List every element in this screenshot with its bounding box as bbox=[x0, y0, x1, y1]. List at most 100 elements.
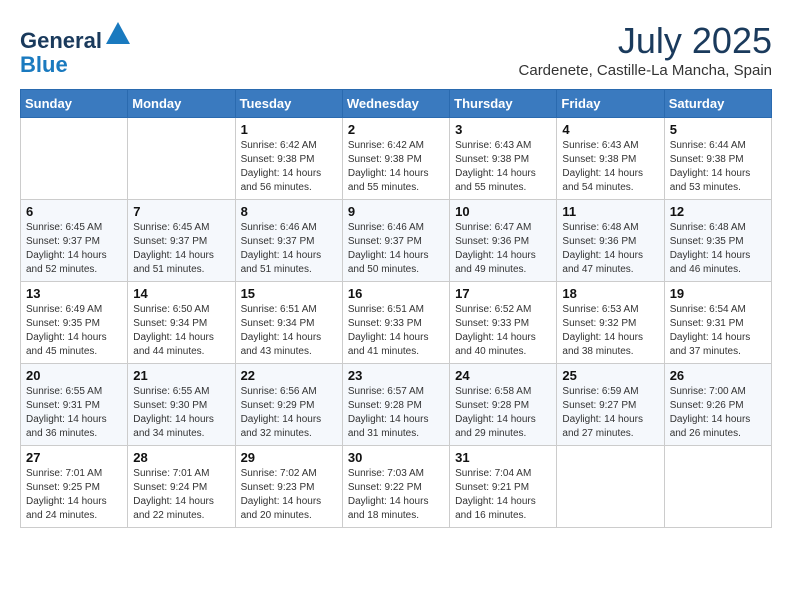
day-number: 24 bbox=[455, 368, 551, 383]
calendar-cell: 21 Sunrise: 6:55 AMSunset: 9:30 PMDayligh… bbox=[128, 364, 235, 446]
logo: General Blue bbox=[20, 20, 132, 77]
day-number: 27 bbox=[26, 450, 122, 465]
calendar-cell: 14 Sunrise: 6:50 AMSunset: 9:34 PMDayligh… bbox=[128, 282, 235, 364]
logo-blue-text: Blue bbox=[20, 52, 68, 77]
calendar-cell: 30 Sunrise: 7:03 AMSunset: 9:22 PMDayligh… bbox=[342, 446, 449, 528]
day-number: 11 bbox=[562, 204, 658, 219]
calendar-cell: 12 Sunrise: 6:48 AMSunset: 9:35 PMDayligh… bbox=[664, 200, 771, 282]
calendar-cell bbox=[21, 118, 128, 200]
day-number: 8 bbox=[241, 204, 337, 219]
calendar-cell bbox=[557, 446, 664, 528]
calendar-cell: 29 Sunrise: 7:02 AMSunset: 9:23 PMDayligh… bbox=[235, 446, 342, 528]
day-of-week-header: Friday bbox=[557, 90, 664, 118]
day-number: 21 bbox=[133, 368, 229, 383]
day-number: 3 bbox=[455, 122, 551, 137]
day-info: Sunrise: 7:01 AMSunset: 9:24 PMDaylight:… bbox=[133, 467, 229, 523]
day-info: Sunrise: 6:44 AMSunset: 9:38 PMDaylight:… bbox=[670, 139, 766, 195]
day-of-week-header: Wednesday bbox=[342, 90, 449, 118]
day-info: Sunrise: 6:59 AMSunset: 9:27 PMDaylight:… bbox=[562, 385, 658, 441]
day-number: 12 bbox=[670, 204, 766, 219]
day-info: Sunrise: 6:58 AMSunset: 9:28 PMDaylight:… bbox=[455, 385, 551, 441]
title-section: July 2025 Cardenete, Castille-La Mancha,… bbox=[519, 20, 772, 79]
day-number: 13 bbox=[26, 286, 122, 301]
day-info: Sunrise: 6:50 AMSunset: 9:34 PMDaylight:… bbox=[133, 303, 229, 359]
calendar-cell bbox=[128, 118, 235, 200]
day-number: 16 bbox=[348, 286, 444, 301]
day-number: 18 bbox=[562, 286, 658, 301]
location-subtitle: Cardenete, Castille-La Mancha, Spain bbox=[519, 62, 772, 79]
day-info: Sunrise: 7:02 AMSunset: 9:23 PMDaylight:… bbox=[241, 467, 337, 523]
calendar-cell: 22Sunrise: 6:56 AMSunset: 9:29 PMDayligh… bbox=[235, 364, 342, 446]
day-number: 20 bbox=[26, 368, 122, 383]
calendar-cell: 31Sunrise: 7:04 AMSunset: 9:21 PMDayligh… bbox=[450, 446, 557, 528]
calendar-week-row: 13 Sunrise: 6:49 AMSunset: 9:35 PMDayligh… bbox=[21, 282, 772, 364]
day-number: 25 bbox=[562, 368, 658, 383]
logo-general-text: General bbox=[20, 28, 102, 53]
day-number: 17 bbox=[455, 286, 551, 301]
day-number: 6 bbox=[26, 204, 122, 219]
days-of-week-row: SundayMondayTuesdayWednesdayThursdayFrid… bbox=[21, 90, 772, 118]
calendar-cell: 2 Sunrise: 6:42 AMSunset: 9:38 PMDaylight… bbox=[342, 118, 449, 200]
calendar-cell: 8Sunrise: 6:46 AMSunset: 9:37 PMDaylight… bbox=[235, 200, 342, 282]
calendar-header: SundayMondayTuesdayWednesdayThursdayFrid… bbox=[21, 90, 772, 118]
day-number: 29 bbox=[241, 450, 337, 465]
day-info: Sunrise: 6:45 AMSunset: 9:37 PMDaylight:… bbox=[133, 221, 229, 277]
month-year-title: July 2025 bbox=[519, 20, 772, 62]
logo-icon bbox=[104, 20, 132, 48]
day-number: 7 bbox=[133, 204, 229, 219]
day-info: Sunrise: 6:54 AMSunset: 9:31 PMDaylight:… bbox=[670, 303, 766, 359]
calendar-cell: 9 Sunrise: 6:46 AMSunset: 9:37 PMDaylight… bbox=[342, 200, 449, 282]
calendar-cell: 28 Sunrise: 7:01 AMSunset: 9:24 PMDayligh… bbox=[128, 446, 235, 528]
calendar-cell: 19 Sunrise: 6:54 AMSunset: 9:31 PMDayligh… bbox=[664, 282, 771, 364]
calendar-cell: 26Sunrise: 7:00 AMSunset: 9:26 PMDayligh… bbox=[664, 364, 771, 446]
day-number: 14 bbox=[133, 286, 229, 301]
calendar-cell: 7 Sunrise: 6:45 AMSunset: 9:37 PMDaylight… bbox=[128, 200, 235, 282]
calendar-cell: 13 Sunrise: 6:49 AMSunset: 9:35 PMDayligh… bbox=[21, 282, 128, 364]
day-number: 5 bbox=[670, 122, 766, 137]
day-info: Sunrise: 6:48 AMSunset: 9:35 PMDaylight:… bbox=[670, 221, 766, 277]
day-number: 4 bbox=[562, 122, 658, 137]
day-info: Sunrise: 6:42 AMSunset: 9:38 PMDaylight:… bbox=[348, 139, 444, 195]
calendar-cell: 1 Sunrise: 6:42 AMSunset: 9:38 PMDaylight… bbox=[235, 118, 342, 200]
day-info: Sunrise: 7:00 AMSunset: 9:26 PMDaylight:… bbox=[670, 385, 766, 441]
calendar-cell: 20Sunrise: 6:55 AMSunset: 9:31 PMDayligh… bbox=[21, 364, 128, 446]
calendar-table: SundayMondayTuesdayWednesdayThursdayFrid… bbox=[20, 89, 772, 528]
day-number: 2 bbox=[348, 122, 444, 137]
day-info: Sunrise: 6:47 AMSunset: 9:36 PMDaylight:… bbox=[455, 221, 551, 277]
day-number: 9 bbox=[348, 204, 444, 219]
day-info: Sunrise: 6:53 AMSunset: 9:32 PMDaylight:… bbox=[562, 303, 658, 359]
day-of-week-header: Saturday bbox=[664, 90, 771, 118]
calendar-cell: 3Sunrise: 6:43 AMSunset: 9:38 PMDaylight… bbox=[450, 118, 557, 200]
day-info: Sunrise: 7:03 AMSunset: 9:22 PMDaylight:… bbox=[348, 467, 444, 523]
day-info: Sunrise: 6:46 AMSunset: 9:37 PMDaylight:… bbox=[348, 221, 444, 277]
day-info: Sunrise: 7:01 AMSunset: 9:25 PMDaylight:… bbox=[26, 467, 122, 523]
calendar-week-row: 27 Sunrise: 7:01 AMSunset: 9:25 PMDayligh… bbox=[21, 446, 772, 528]
calendar-cell: 25 Sunrise: 6:59 AMSunset: 9:27 PMDayligh… bbox=[557, 364, 664, 446]
day-number: 23 bbox=[348, 368, 444, 383]
day-info: Sunrise: 6:49 AMSunset: 9:35 PMDaylight:… bbox=[26, 303, 122, 359]
day-info: Sunrise: 6:48 AMSunset: 9:36 PMDaylight:… bbox=[562, 221, 658, 277]
calendar-week-row: 6 Sunrise: 6:45 AMSunset: 9:37 PMDaylight… bbox=[21, 200, 772, 282]
day-info: Sunrise: 6:43 AMSunset: 9:38 PMDaylight:… bbox=[562, 139, 658, 195]
calendar-cell: 15Sunrise: 6:51 AMSunset: 9:34 PMDayligh… bbox=[235, 282, 342, 364]
day-of-week-header: Monday bbox=[128, 90, 235, 118]
calendar-cell: 18 Sunrise: 6:53 AMSunset: 9:32 PMDayligh… bbox=[557, 282, 664, 364]
day-info: Sunrise: 6:56 AMSunset: 9:29 PMDaylight:… bbox=[241, 385, 337, 441]
day-info: Sunrise: 7:04 AMSunset: 9:21 PMDaylight:… bbox=[455, 467, 551, 523]
calendar-week-row: 1 Sunrise: 6:42 AMSunset: 9:38 PMDaylight… bbox=[21, 118, 772, 200]
day-info: Sunrise: 6:51 AMSunset: 9:33 PMDaylight:… bbox=[348, 303, 444, 359]
day-number: 1 bbox=[241, 122, 337, 137]
day-info: Sunrise: 6:42 AMSunset: 9:38 PMDaylight:… bbox=[241, 139, 337, 195]
calendar-cell: 17Sunrise: 6:52 AMSunset: 9:33 PMDayligh… bbox=[450, 282, 557, 364]
page-header: General Blue July 2025 Cardenete, Castil… bbox=[20, 20, 772, 79]
calendar-cell: 10Sunrise: 6:47 AMSunset: 9:36 PMDayligh… bbox=[450, 200, 557, 282]
day-number: 15 bbox=[241, 286, 337, 301]
day-number: 30 bbox=[348, 450, 444, 465]
day-of-week-header: Tuesday bbox=[235, 90, 342, 118]
calendar-cell: 5 Sunrise: 6:44 AMSunset: 9:38 PMDaylight… bbox=[664, 118, 771, 200]
day-info: Sunrise: 6:55 AMSunset: 9:30 PMDaylight:… bbox=[133, 385, 229, 441]
day-number: 19 bbox=[670, 286, 766, 301]
day-number: 28 bbox=[133, 450, 229, 465]
calendar-cell: 4 Sunrise: 6:43 AMSunset: 9:38 PMDaylight… bbox=[557, 118, 664, 200]
calendar-cell: 27 Sunrise: 7:01 AMSunset: 9:25 PMDayligh… bbox=[21, 446, 128, 528]
